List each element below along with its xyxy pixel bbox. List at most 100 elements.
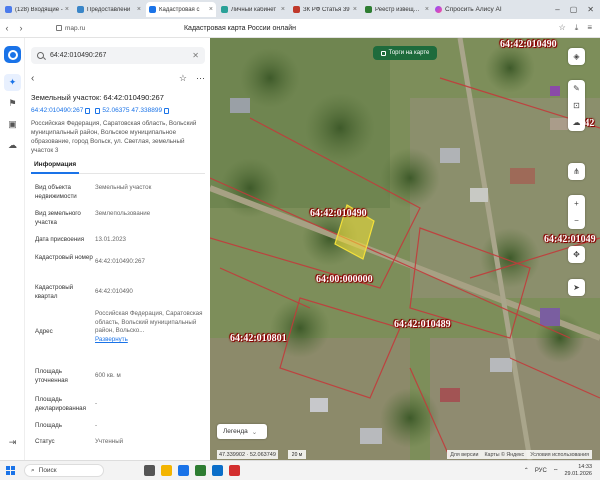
chrome-icon[interactable] [195, 465, 206, 476]
auction-icon [380, 50, 386, 56]
tab-close-icon[interactable]: × [425, 6, 429, 13]
yandex-browser-icon[interactable] [229, 465, 240, 476]
url-field[interactable]: map.ru [56, 22, 102, 35]
attr-value: 64:42:010490:267 [95, 258, 145, 265]
menu-icon[interactable]: ≡ [587, 23, 592, 33]
back-icon[interactable]: ‹ [31, 73, 34, 84]
favorite-star-icon[interactable]: ☆ [179, 73, 187, 84]
copy-coords-icon[interactable] [164, 107, 170, 114]
download-icon[interactable]: ⤓ [575, 23, 579, 33]
tab-close-icon[interactable]: × [137, 6, 141, 13]
left-rail: ✦ ⚑ ▣ ☁ ⇥ [0, 38, 25, 460]
auctions-map-button[interactable]: Торги на карте [373, 46, 437, 60]
tab-label: Кадастровая с [159, 6, 200, 13]
alice-button[interactable]: Спросить Алису AI [435, 6, 502, 13]
tray-up-icon[interactable]: ⌃ [524, 467, 529, 474]
browser-tab[interactable]: Кадастровая с × [146, 2, 216, 17]
explore-icon[interactable]: ✦ [4, 74, 21, 91]
chevron-down-icon: ⌄ [251, 428, 258, 436]
parcel-title: Земельный участок: 64:42:010490:267 [31, 93, 164, 102]
tab-close-icon[interactable]: × [65, 6, 69, 13]
tab-favicon [5, 6, 12, 13]
layers-frame-icon[interactable]: ▣ [4, 116, 21, 133]
cadastral-label: 64:00:000000 [316, 274, 373, 285]
start-button[interactable] [0, 466, 20, 475]
browser-tab[interactable]: ЗК РФ Статья 39 × [290, 2, 360, 17]
forward-arrow-icon[interactable]: › [14, 23, 28, 33]
app-logo[interactable] [4, 46, 21, 63]
auctions-map-label: Торги на карте [388, 50, 430, 56]
tab-close-icon[interactable]: × [209, 6, 213, 13]
tab-favicon [149, 6, 156, 13]
attr-key: Статус [35, 438, 55, 445]
cadastral-label: 64:42:010489 [394, 319, 451, 330]
attr-row: Площадь - [35, 422, 203, 438]
share-map-icon[interactable]: ⋔ [568, 163, 585, 180]
tab-favicon [77, 6, 84, 13]
coords-chip[interactable]: 52.06375 47.338899 [95, 107, 170, 114]
layers-icon[interactable]: ◈ [568, 48, 585, 65]
browser-tab[interactable]: (128) Входящие - × [2, 2, 72, 17]
edge-icon[interactable] [178, 465, 189, 476]
move-icon[interactable]: ✥ [568, 246, 585, 263]
close-window-icon[interactable]: ✕ [587, 5, 594, 14]
cadastral-map[interactable]: 64:42:01049064:4264:42:01049064:42:01049… [210, 38, 600, 460]
search-input[interactable] [50, 52, 190, 59]
attr-address-value: Российская Федерация, Саратовская област… [95, 310, 203, 335]
tab-close-icon[interactable]: × [281, 6, 285, 13]
cadastral-label: 64:42:010490 [310, 208, 367, 219]
attrib-copyright: Карты © Яндекс [484, 451, 525, 458]
attr-value: Земельный участок [95, 184, 152, 191]
flag-icon[interactable]: ⚑ [4, 95, 21, 112]
attrib-version[interactable]: Для версии [450, 452, 478, 458]
maximize-icon[interactable]: ▢ [570, 5, 578, 14]
zoom-controls: + − [568, 195, 585, 229]
attr-key: Адрес [35, 328, 53, 335]
attr-row: Кадастровый номер 64:42:010490:267 [35, 254, 203, 284]
attr-row: Статус Учтенный [35, 438, 203, 454]
geolocate-icon[interactable]: ➤ [568, 279, 585, 296]
share-icon[interactable]: ⋯ [196, 73, 205, 84]
tab-label: Предоставлени [87, 6, 131, 13]
zoom-out-button[interactable]: − [568, 212, 585, 229]
tab-close-icon[interactable]: × [353, 6, 357, 13]
word-icon[interactable] [212, 465, 223, 476]
copy-icon[interactable] [85, 107, 91, 114]
tab-label: Личный кабинет [231, 6, 277, 13]
attr-key: Вид объекта недвижимости [35, 184, 77, 200]
bookmark-icon[interactable]: ☆ [559, 23, 566, 33]
attr-key: Площадь уточненная [35, 368, 68, 384]
cad-number-chip[interactable]: 64:42:010490:267 [31, 107, 91, 114]
network-icon[interactable]: ⌔ [553, 467, 559, 475]
legend-button[interactable]: Легенда ⌄ [217, 424, 267, 439]
location-icon [95, 107, 101, 114]
cloud-icon[interactable]: ☁ [4, 137, 21, 154]
clear-search-icon[interactable]: ✕ [192, 51, 199, 60]
attrib-terms-link[interactable]: Условия использования [530, 452, 589, 458]
logout-icon[interactable]: ⇥ [4, 434, 21, 451]
browser-tab[interactable]: Реестр извещени × [362, 2, 432, 17]
back-arrow-icon[interactable]: ‹ [0, 23, 14, 33]
upload-cloud-icon[interactable]: ☁ [568, 114, 585, 131]
expand-address-link[interactable]: Развернуть [95, 336, 203, 345]
attr-key: Кадастровый квартал [35, 284, 74, 300]
pencil-icon[interactable]: ✎ [568, 80, 585, 97]
bookmark-map-icon[interactable]: ⊡ [568, 97, 585, 114]
taskbar-search[interactable]: ⌕ Поиск [24, 464, 104, 477]
browser-tab[interactable]: Личный кабинет × [218, 2, 288, 17]
tab-information[interactable]: Информация [31, 161, 80, 174]
legend-label: Легенда [223, 428, 248, 435]
zoom-in-button[interactable]: + [568, 195, 585, 212]
attr-value: 600 кв. м [95, 372, 121, 379]
clock[interactable]: 14:33 29.01.2026 [564, 464, 592, 477]
satellite-imagery [210, 38, 600, 460]
task-view-icon[interactable] [144, 465, 155, 476]
file-explorer-icon[interactable] [161, 465, 172, 476]
browser-tab[interactable]: Предоставлени × [74, 2, 144, 17]
minimize-icon[interactable]: – [555, 5, 559, 14]
search-icon [37, 52, 44, 59]
attr-key: Площадь декларированная [35, 396, 86, 412]
language-indicator[interactable]: РУС [535, 468, 547, 474]
coords-chip-text: 52.06375 47.338899 [102, 107, 163, 114]
attr-row: Площадь декларированная - [35, 396, 203, 422]
